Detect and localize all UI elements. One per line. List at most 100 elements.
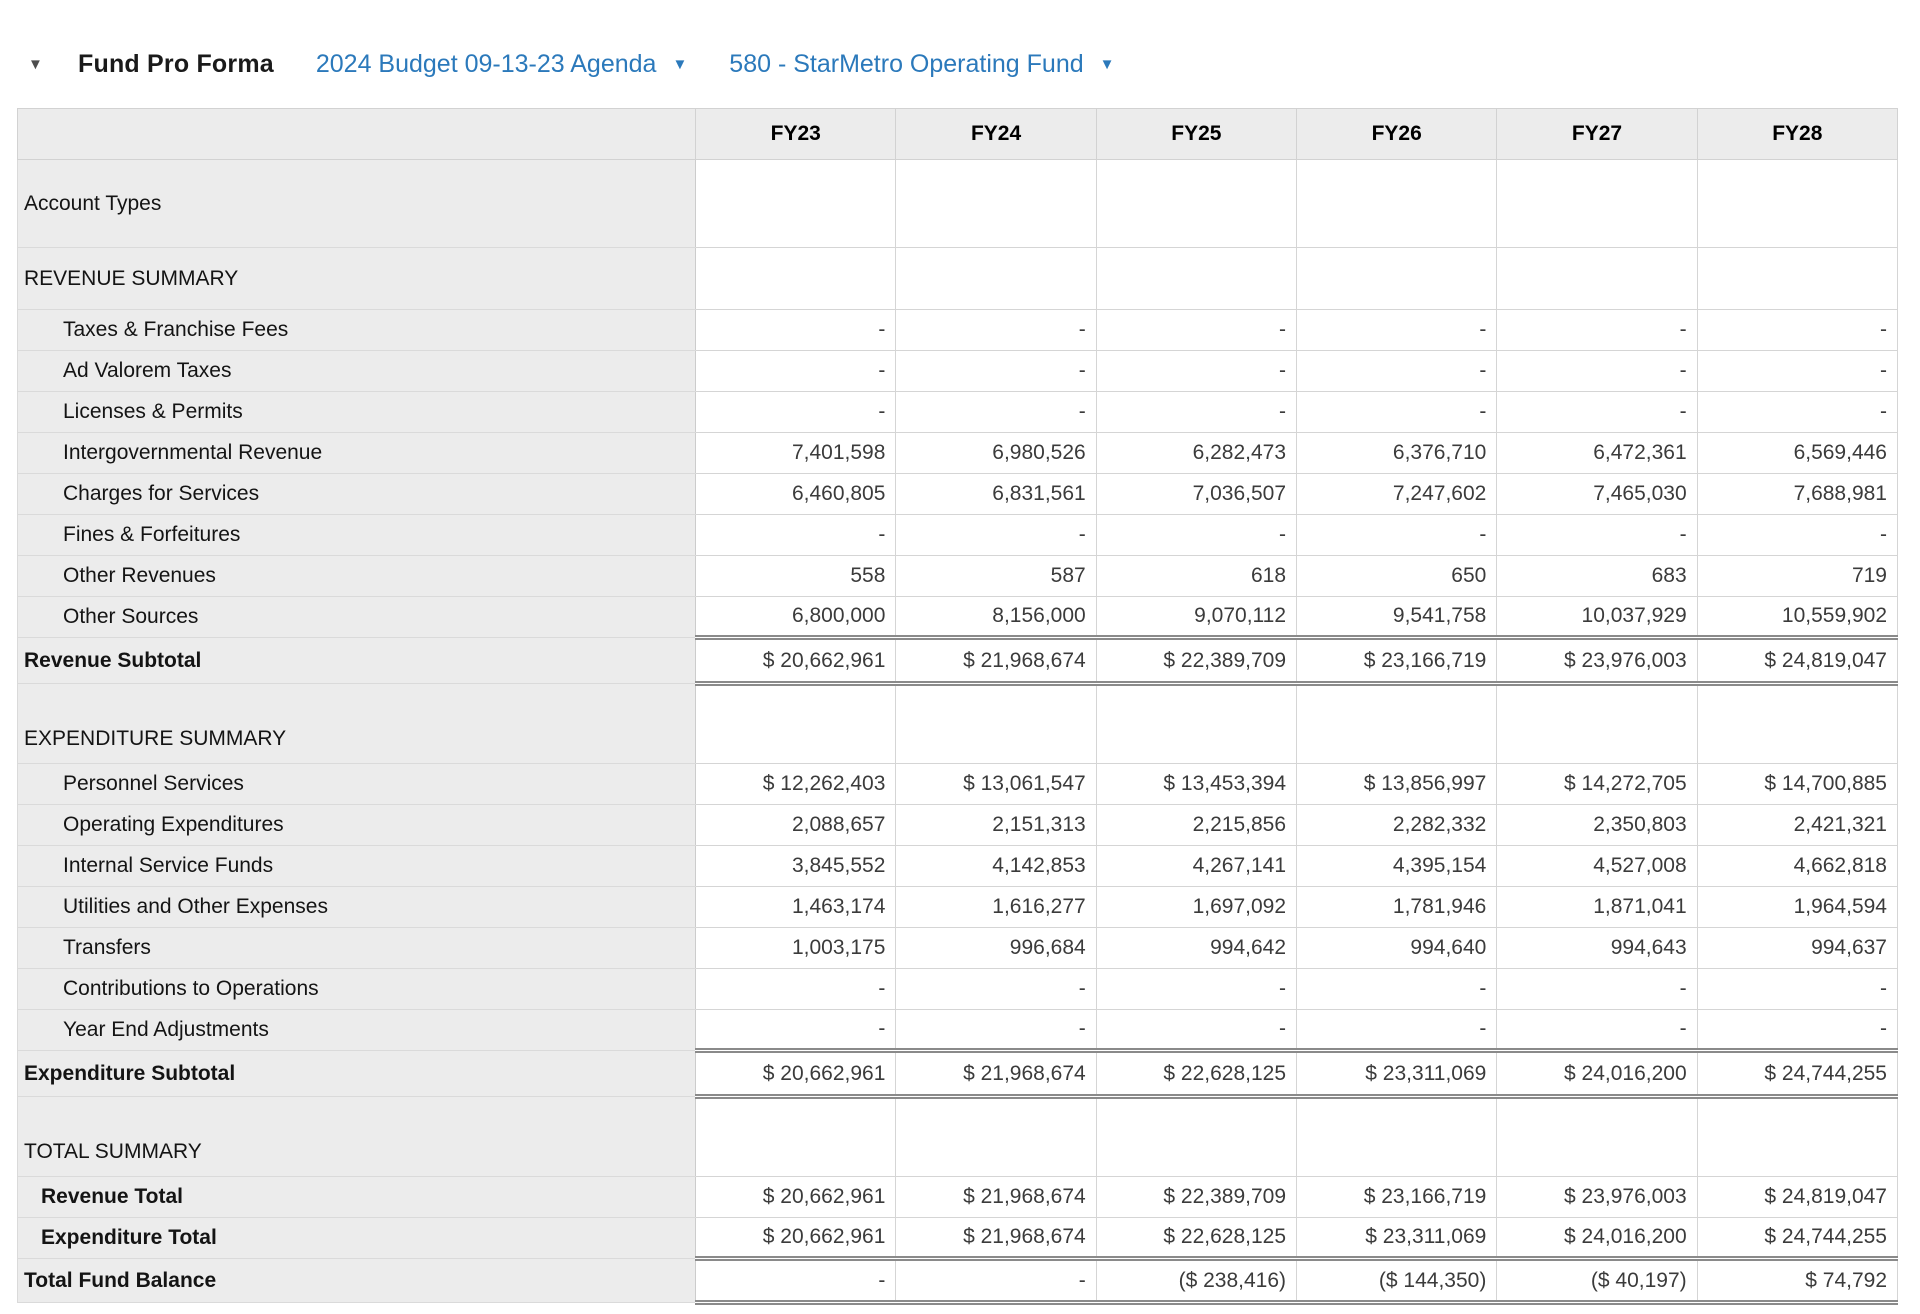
cell-fy27: 10,037,929: [1497, 597, 1697, 638]
top-bar: ▼ Fund Pro Forma 2024 Budget 09-13-23 Ag…: [0, 0, 1920, 86]
cell-fy24: $ 21,968,674: [896, 1218, 1096, 1259]
budget-version-caret-icon[interactable]: ▼: [672, 57, 687, 72]
row-label: Expenditure Subtotal: [18, 1051, 696, 1097]
cell-fy28: [1697, 1097, 1897, 1177]
cell-fy23: $ 20,662,961: [696, 1177, 896, 1218]
column-header-fy23: FY23: [696, 109, 896, 160]
cell-fy28: 1,964,594: [1697, 887, 1897, 928]
cell-fy28: $ 24,744,255: [1697, 1218, 1897, 1259]
cell-fy23: 6,800,000: [696, 597, 896, 638]
cell-fy24: $ 21,968,674: [896, 638, 1096, 684]
cell-fy23: 7,401,598: [696, 433, 896, 474]
table-row: Operating Expenditures2,088,6572,151,313…: [18, 805, 1898, 846]
row-label: Utilities and Other Expenses: [18, 887, 696, 928]
cell-fy23: -: [696, 969, 896, 1010]
table-row: REVENUE SUMMARY: [18, 248, 1898, 310]
cell-fy25: [1096, 248, 1296, 310]
table-row: Expenditure Subtotal$ 20,662,961$ 21,968…: [18, 1051, 1898, 1097]
fund-dropdown[interactable]: 580 - StarMetro Operating Fund: [729, 50, 1083, 79]
cell-fy24: -: [896, 392, 1096, 433]
column-header-fy27: FY27: [1497, 109, 1697, 160]
fund-caret-icon[interactable]: ▼: [1100, 57, 1115, 72]
budget-version-dropdown[interactable]: 2024 Budget 09-13-23 Agenda: [316, 50, 657, 79]
cell-fy25: [1096, 684, 1296, 764]
cell-fy27: $ 23,976,003: [1497, 638, 1697, 684]
cell-fy26: [1297, 248, 1497, 310]
pro-forma-grid: FY23 FY24 FY25 FY26 FY27 FY28 Account Ty…: [17, 108, 1920, 1305]
cell-fy23: 558: [696, 556, 896, 597]
cell-fy27: $ 23,976,003: [1497, 1177, 1697, 1218]
cell-fy25: -: [1096, 310, 1296, 351]
table-row: Other Sources6,800,0008,156,0009,070,112…: [18, 597, 1898, 638]
cell-fy27: [1497, 160, 1697, 248]
corner-cell: [18, 109, 696, 160]
collapse-caret-icon[interactable]: ▼: [28, 57, 48, 72]
cell-fy24: [896, 1097, 1096, 1177]
row-label: Revenue Total: [18, 1177, 696, 1218]
table-row: Revenue Subtotal$ 20,662,961$ 21,968,674…: [18, 638, 1898, 684]
row-label: Operating Expenditures: [18, 805, 696, 846]
column-header-fy26: FY26: [1297, 109, 1497, 160]
cell-fy25: [1096, 1097, 1296, 1177]
row-label: Personnel Services: [18, 764, 696, 805]
cell-fy25: 9,070,112: [1096, 597, 1296, 638]
row-label: Expenditure Total: [18, 1218, 696, 1259]
table-row: Licenses & Permits------: [18, 392, 1898, 433]
cell-fy26: 2,282,332: [1297, 805, 1497, 846]
cell-fy23: $ 12,262,403: [696, 764, 896, 805]
cell-fy26: 650: [1297, 556, 1497, 597]
table-row: TOTAL SUMMARY: [18, 1097, 1898, 1177]
row-label: Fines & Forfeitures: [18, 515, 696, 556]
cell-fy25: 7,036,507: [1096, 474, 1296, 515]
cell-fy28: -: [1697, 1010, 1897, 1051]
cell-fy26: 9,541,758: [1297, 597, 1497, 638]
cell-fy24: 8,156,000: [896, 597, 1096, 638]
cell-fy25: [1096, 160, 1296, 248]
cell-fy27: -: [1497, 1010, 1697, 1051]
cell-fy25: 618: [1096, 556, 1296, 597]
cell-fy23: -: [696, 392, 896, 433]
table-row: Intergovernmental Revenue7,401,5986,980,…: [18, 433, 1898, 474]
cell-fy24: $ 21,968,674: [896, 1051, 1096, 1097]
cell-fy23: $ 20,662,961: [696, 1051, 896, 1097]
row-label: Taxes & Franchise Fees: [18, 310, 696, 351]
cell-fy24: 996,684: [896, 928, 1096, 969]
cell-fy26: [1297, 684, 1497, 764]
table-row: Personnel Services$ 12,262,403$ 13,061,5…: [18, 764, 1898, 805]
cell-fy26: $ 13,856,997: [1297, 764, 1497, 805]
cell-fy23: 1,463,174: [696, 887, 896, 928]
cell-fy27: -: [1497, 969, 1697, 1010]
cell-fy27: [1497, 1097, 1697, 1177]
cell-fy25: $ 22,628,125: [1096, 1051, 1296, 1097]
row-label: EXPENDITURE SUMMARY: [18, 684, 696, 764]
cell-fy23: -: [696, 310, 896, 351]
table-row: Internal Service Funds3,845,5524,142,853…: [18, 846, 1898, 887]
cell-fy25: $ 22,389,709: [1096, 1177, 1296, 1218]
row-label: Other Sources: [18, 597, 696, 638]
row-label: Other Revenues: [18, 556, 696, 597]
cell-fy28: 6,569,446: [1697, 433, 1897, 474]
cell-fy25: -: [1096, 969, 1296, 1010]
cell-fy24: 587: [896, 556, 1096, 597]
cell-fy27: [1497, 248, 1697, 310]
cell-fy26: 1,781,946: [1297, 887, 1497, 928]
table-row: Total Fund Balance--($ 238,416)($ 144,35…: [18, 1259, 1898, 1303]
column-header-fy24: FY24: [896, 109, 1096, 160]
cell-fy23: 3,845,552: [696, 846, 896, 887]
cell-fy26: 994,640: [1297, 928, 1497, 969]
row-label: Year End Adjustments: [18, 1010, 696, 1051]
table-row: Year End Adjustments------: [18, 1010, 1898, 1051]
cell-fy24: -: [896, 969, 1096, 1010]
cell-fy23: [696, 1097, 896, 1177]
row-label: REVENUE SUMMARY: [18, 248, 696, 310]
row-label: Transfers: [18, 928, 696, 969]
cell-fy27: 6,472,361: [1497, 433, 1697, 474]
cell-fy24: 2,151,313: [896, 805, 1096, 846]
cell-fy24: [896, 684, 1096, 764]
cell-fy27: 1,871,041: [1497, 887, 1697, 928]
column-header-fy28: FY28: [1697, 109, 1897, 160]
cell-fy27: 7,465,030: [1497, 474, 1697, 515]
cell-fy27: $ 24,016,200: [1497, 1051, 1697, 1097]
row-label: Account Types: [18, 160, 696, 248]
cell-fy27: $ 24,016,200: [1497, 1218, 1697, 1259]
